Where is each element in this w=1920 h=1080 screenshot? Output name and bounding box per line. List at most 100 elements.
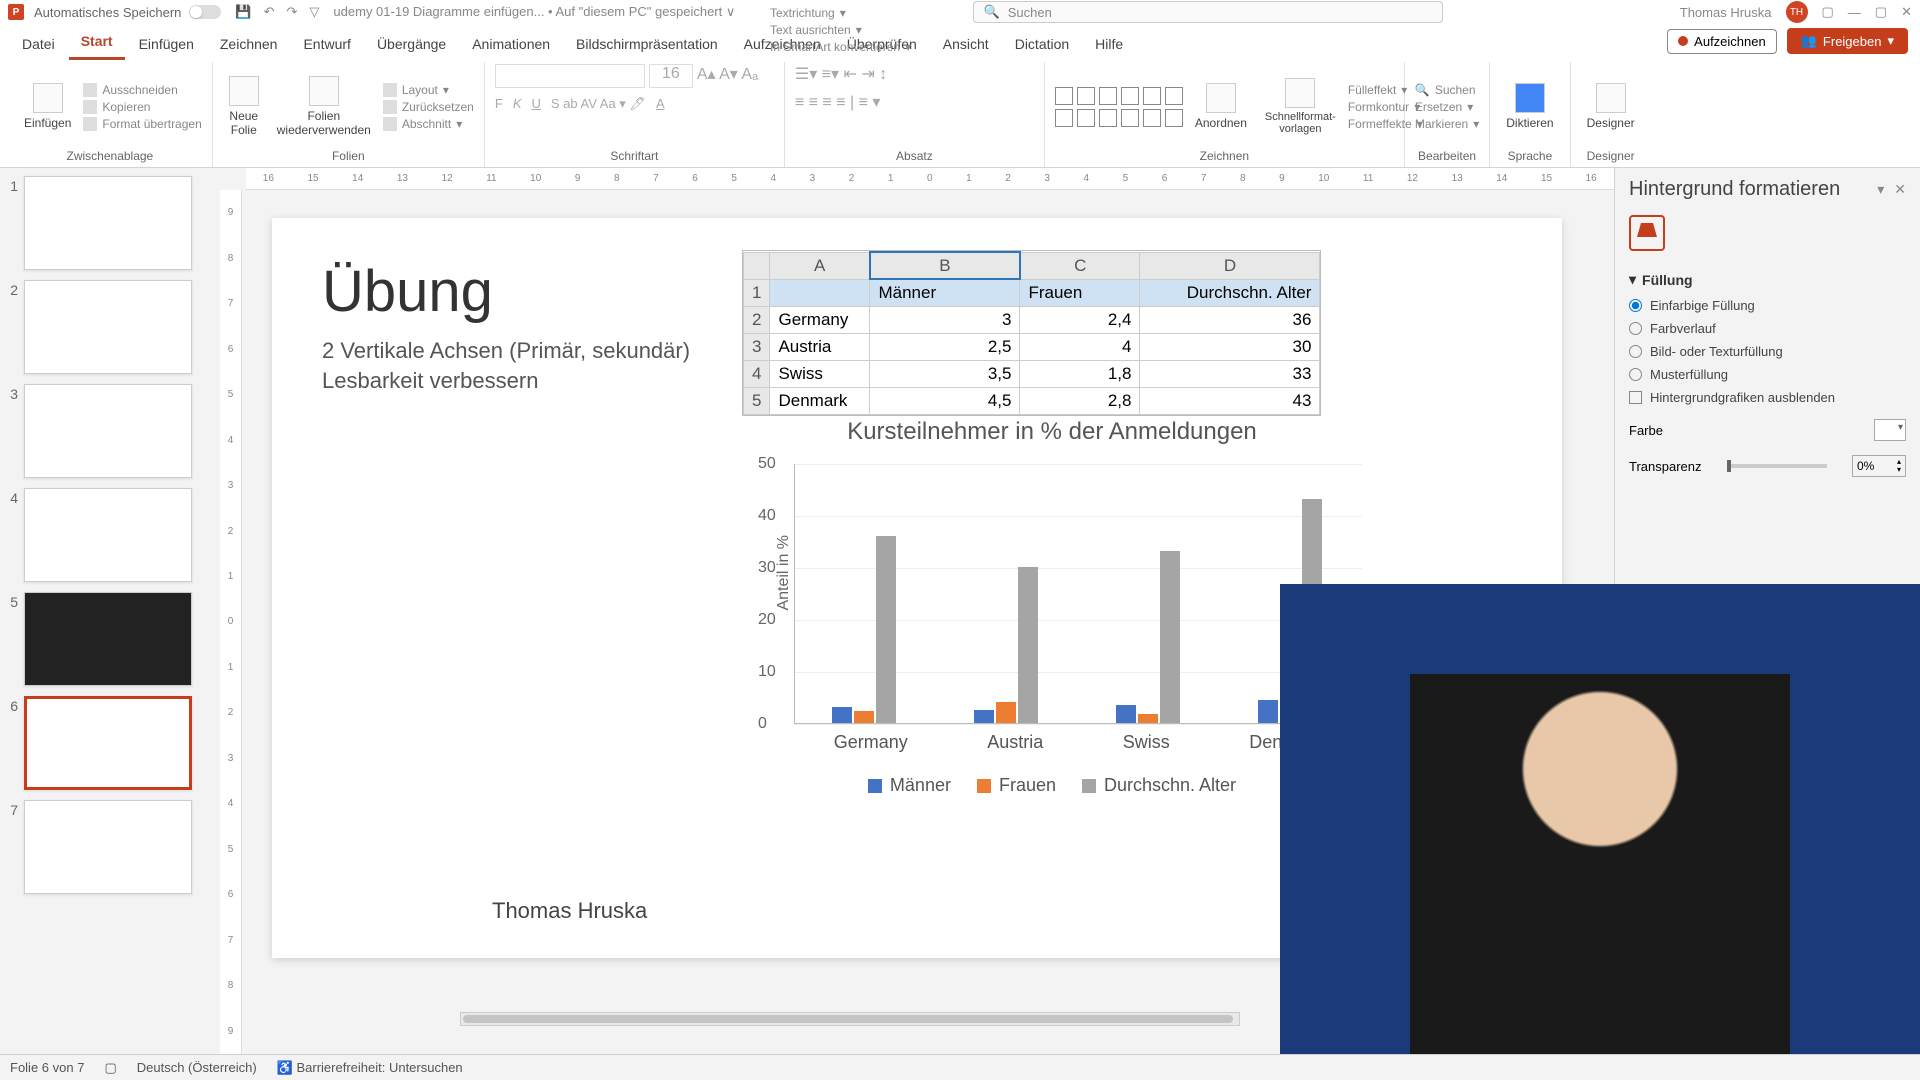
group-label: Zeichnen [1055,149,1394,165]
undo-icon[interactable]: ↶ [264,4,275,20]
status-bar: Folie 6 von 7 ▢ Deutsch (Österreich) ♿ B… [0,1054,1920,1080]
group-font: 16 A▴ A▾ Aₐ F K U S ab AV Aa ▾ 🖊 A Schri… [485,62,785,167]
autosave-toggle[interactable]: Automatisches Speichern [34,5,221,20]
align-text[interactable]: Text ausrichten ▾ [770,23,911,37]
radio-picture-fill[interactable]: Bild- oder Texturfüllung [1629,344,1906,359]
tab-animationen[interactable]: Animationen [460,28,562,60]
paste-button[interactable]: Einfügen [18,81,77,132]
group-label: Schriftart [495,149,774,165]
tab-datei[interactable]: Datei [10,28,67,60]
group-label: Folien [223,149,474,165]
pane-title: Hintergrund formatieren [1629,178,1840,201]
group-label: Zwischenablage [18,149,202,165]
tab-entwurf[interactable]: Entwurf [291,28,362,60]
thumb-2[interactable] [24,280,192,374]
transparency-input[interactable]: 0%▴▾ [1852,455,1906,477]
presenter-video [1410,674,1790,1054]
tab-hilfe[interactable]: Hilfe [1083,28,1135,60]
tab-dictation[interactable]: Dictation [1003,28,1081,60]
notes-icon[interactable]: ▢ [104,1060,116,1076]
title-bar: P Automatisches Speichern 💾 ↶ ↷ ▽ udemy … [0,0,1920,24]
thumb-4[interactable] [24,488,192,582]
chart-legend: MännerFrauenDurchschn. Alter [742,775,1362,796]
tab-zeichnen[interactable]: Zeichnen [208,28,290,60]
format-painter-button[interactable]: Format übertragen [83,117,201,131]
select-button[interactable]: Markieren ▾ [1415,117,1479,131]
copy-button[interactable]: Kopieren [83,100,201,114]
redo-icon[interactable]: ↷ [287,4,298,20]
dictate-button[interactable]: Diktieren [1500,81,1559,132]
find-button[interactable]: 🔍 Suchen [1415,83,1479,97]
chart-title: Kursteilnehmer in % der Anmeldungen [742,418,1362,446]
shapes-gallery[interactable] [1055,87,1183,127]
ruler-vertical: 9876543210123456789 [220,190,242,1054]
section-fill[interactable]: ▾ Füllung [1629,271,1906,288]
document-name[interactable]: udemy 01-19 Diagramme einfügen... • Auf … [333,4,735,20]
pane-dropdown-icon[interactable]: ▾ [1877,181,1884,198]
tab-einfuegen[interactable]: Einfügen [127,28,206,60]
group-paragraph: ☰▾ ≡▾ ⇤ ⇥ ↕ ≡ ≡ ≡ ≡ | ≡ ▾ Textrichtung ▾… [785,62,1045,167]
thumb-1[interactable] [24,176,192,270]
slide-thumbnails[interactable]: 1 2 3 4 5 6 7 [0,168,220,1054]
radio-pattern-fill[interactable]: Musterfüllung [1629,367,1906,382]
webcam-overlay [1280,584,1920,1054]
slide-counter[interactable]: Folie 6 von 7 [10,1060,84,1075]
smartart-convert[interactable]: In SmartArt konvertieren ▾ [770,40,911,54]
slide-author[interactable]: Thomas Hruska [492,898,647,924]
checkbox-hide-bg[interactable]: Hintergrundgrafiken ausblenden [1629,390,1906,405]
thumb-5[interactable] [24,592,192,686]
close-icon[interactable]: ✕ [1901,4,1912,20]
reset-button[interactable]: Zurücksetzen [383,100,474,114]
quick-styles-button[interactable]: Schnellformat- vorlagen [1259,76,1342,137]
embedded-chart[interactable]: Kursteilnehmer in % der Anmeldungen Ante… [742,418,1362,796]
radio-gradient-fill[interactable]: Farbverlauf [1629,321,1906,336]
text-direction[interactable]: Textrichtung ▾ [770,6,911,20]
pane-close-icon[interactable]: ✕ [1894,181,1906,198]
fill-tab-icon[interactable] [1629,215,1665,251]
group-slides: Neue Folie Folien wiederverwenden Layout… [213,62,485,167]
user-avatar[interactable]: TH [1786,1,1808,23]
share-button[interactable]: 👥 Freigeben ▾ [1787,28,1908,54]
new-slide-button[interactable]: Neue Folie [223,74,265,139]
from-start-icon[interactable]: ▽ [309,4,319,20]
tab-uebergaenge[interactable]: Übergänge [365,28,458,60]
tab-ansicht[interactable]: Ansicht [931,28,1001,60]
replace-button[interactable]: Ersetzen ▾ [1415,100,1479,114]
slide-subtitle-2[interactable]: Lesbarkeit verbessern [322,368,538,394]
thumb-6[interactable] [24,696,192,790]
layout-button[interactable]: Layout ▾ [383,83,474,97]
minimize-icon[interactable]: — [1848,5,1861,20]
ribbon: Einfügen Ausschneiden Kopieren Format üb… [0,60,1920,168]
color-picker[interactable] [1874,419,1906,441]
ribbon-mode-icon[interactable]: ▢ [1822,4,1834,20]
thumb-3[interactable] [24,384,192,478]
embedded-data-table[interactable]: A B C D 1MännerFrauenDurchschn. Alter 2G… [742,250,1321,416]
powerpoint-icon: P [8,4,24,20]
autosave-label: Automatisches Speichern [34,5,181,20]
chart-ylabel: Anteil in % [775,535,793,611]
group-label: Bearbeiten [1415,149,1479,165]
reuse-slides-button[interactable]: Folien wiederverwenden [271,74,377,139]
radio-solid-fill[interactable]: Einfarbige Füllung [1629,298,1906,313]
search-placeholder: Suchen [1008,5,1052,20]
slide-subtitle-1[interactable]: 2 Vertikale Achsen (Primär, sekundär) [322,338,690,364]
section-button[interactable]: Abschnitt ▾ [383,117,474,131]
language-indicator[interactable]: Deutsch (Österreich) [137,1060,257,1075]
cut-button[interactable]: Ausschneiden [83,83,201,97]
arrange-button[interactable]: Anordnen [1189,81,1253,132]
designer-button[interactable]: Designer [1581,81,1641,132]
chart-plot [794,464,1362,724]
group-label: Sprache [1500,149,1559,165]
transparency-slider[interactable] [1727,464,1827,468]
save-icon[interactable]: 💾 [235,4,251,20]
search-input[interactable]: 🔍 Suchen [973,1,1443,23]
maximize-icon[interactable]: ▢ [1875,4,1887,20]
accessibility-check[interactable]: ♿ Barrierefreiheit: Untersuchen [277,1060,463,1076]
horizontal-scrollbar[interactable] [460,1012,1240,1026]
thumb-7[interactable] [24,800,192,894]
tab-bildschirm[interactable]: Bildschirmpräsentation [564,28,730,60]
toggle-switch[interactable] [189,5,221,19]
tab-start[interactable]: Start [69,25,125,60]
record-button[interactable]: Aufzeichnen [1667,29,1777,54]
slide-title[interactable]: Übung [322,258,493,325]
